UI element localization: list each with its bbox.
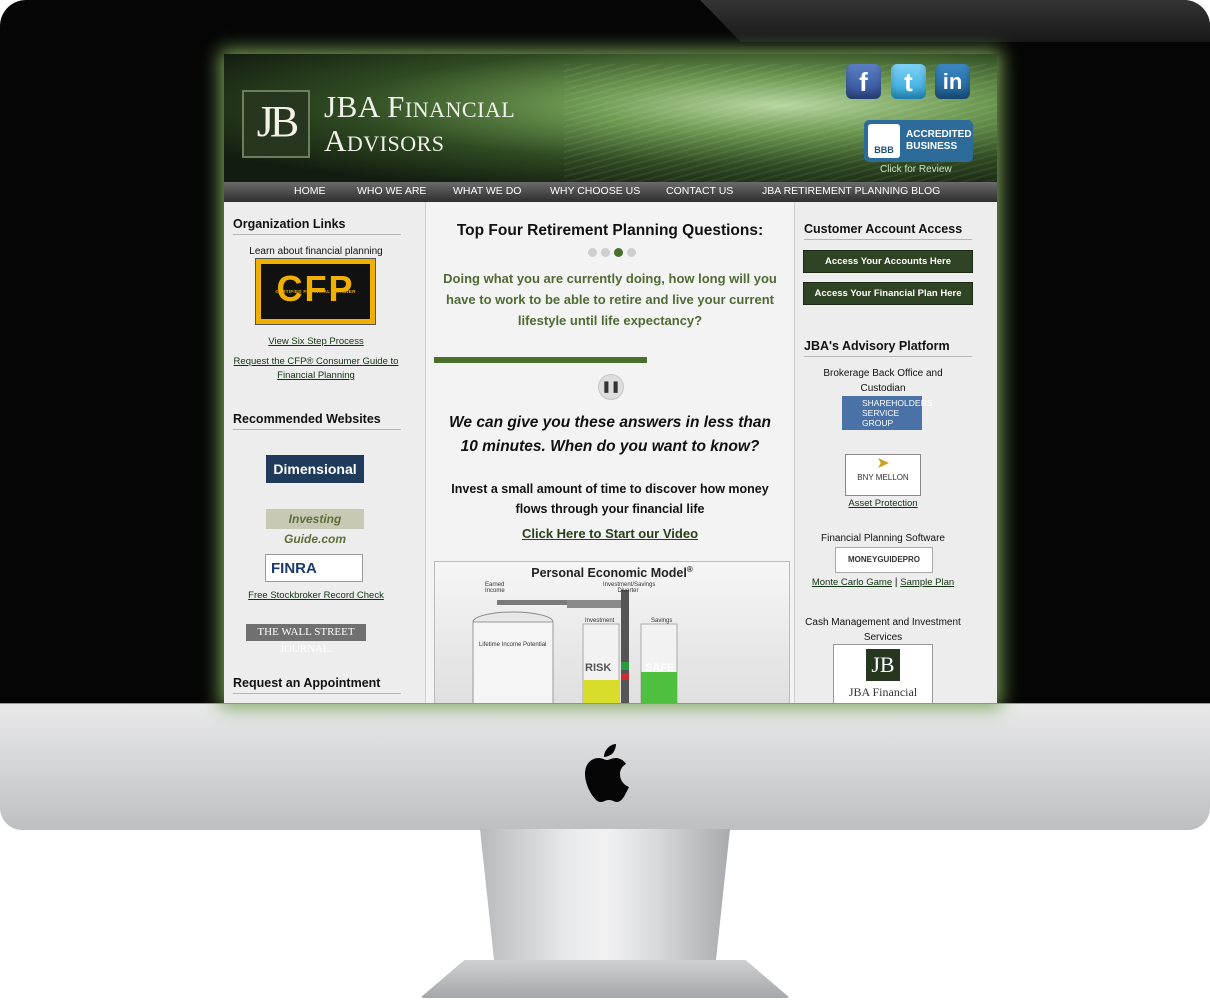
logo-line-2: Advisors: [324, 123, 445, 158]
pem-lifetime-income-label: Lifetime Income Potential: [479, 642, 547, 648]
finra-logo[interactable]: FINRA: [265, 554, 363, 582]
nav-why-choose-us[interactable]: WHY CHOOSE US: [550, 185, 640, 197]
slider-dot-3-active[interactable]: [614, 248, 623, 257]
website-screen: JB JBA Financial Advisors f t in BBB ACC…: [224, 54, 997, 703]
site-header: JB JBA Financial Advisors f t in BBB ACC…: [224, 54, 997, 182]
shareholders-service-group-logo[interactable]: SHAREHOLDERS SERVICE GROUP: [842, 396, 932, 430]
pem-safe-label: SAFE: [645, 662, 675, 674]
cfp-consumer-guide-link[interactable]: Request the CFP® Consumer Guide to Finan…: [233, 355, 399, 383]
bezel-gloss: [700, 0, 1210, 42]
pem-earned-income-label: Earned Income: [485, 582, 505, 594]
monte-carlo-game-link[interactable]: Monte Carlo Game: [812, 577, 892, 588]
pem-diverter-label: Investment/Savings Diverter: [603, 582, 656, 594]
nav-what-we-do[interactable]: WHAT WE DO: [453, 185, 521, 197]
site-logo-text[interactable]: JBA Financial Advisors: [324, 90, 515, 158]
left-sidebar: Organization Links Learn about financial…: [224, 202, 426, 703]
organization-links-title: Organization Links: [233, 217, 401, 235]
main-nav: HOME WHO WE ARE WHAT WE DO WHY CHOOSE US…: [224, 182, 997, 202]
jba-logo-mark[interactable]: JB: [242, 90, 310, 158]
bny-mellon-text: BNY MELLON: [857, 473, 909, 482]
right-sidebar: Customer Account Access Access Your Acco…: [794, 202, 997, 703]
nav-who-we-are[interactable]: WHO WE ARE: [357, 185, 426, 197]
cfp-logo[interactable]: CFP CERTIFIED FINANCIAL PLANNER: [255, 258, 376, 325]
bbb-review-link[interactable]: Click for Review: [880, 164, 952, 175]
investing-guide-logo[interactable]: Investing Guide.com: [266, 509, 364, 546]
bny-mellon-logo[interactable]: ➤ BNY MELLON: [845, 454, 921, 496]
bbb-seal-icon: BBB: [868, 124, 900, 158]
pem-savings-label: Savings: [651, 618, 673, 624]
retirement-question: Doing what you are currently doing, how …: [443, 271, 777, 328]
answers-tagline: We can give you these answers in less th…: [449, 414, 771, 455]
brokerage-custodian-text: Brokerage Back Office and Custodian: [823, 368, 943, 394]
financial-planning-software-text: Financial Planning Software: [821, 533, 945, 544]
customer-account-access-title: Customer Account Access: [804, 222, 972, 240]
request-appointment-title: Request an Appointment: [233, 676, 401, 694]
recommended-websites-title: Recommended Websites: [233, 412, 401, 430]
cash-management-text: Cash Management and Investment Services: [805, 617, 961, 643]
slider-dot-4[interactable]: [627, 248, 636, 257]
six-step-process-link[interactable]: View Six Step Process: [233, 336, 399, 347]
monitor-stand-foot: [420, 960, 790, 998]
pause-icon[interactable]: ❚❚: [598, 374, 624, 400]
slide-progress-bar: [434, 357, 647, 363]
advisory-platform-title: JBA's Advisory Platform: [804, 339, 972, 357]
asset-protection-link[interactable]: Asset Protection: [813, 498, 953, 509]
jba-small-logo-text: JBA Financial: [848, 685, 918, 699]
bbb-accredited-badge[interactable]: BBB ACCREDITED BUSINESS: [864, 120, 973, 162]
monitor-stand-neck: [480, 829, 730, 969]
pem-investment-label: Investment: [585, 618, 615, 624]
access-financial-plan-button[interactable]: Access Your Financial Plan Here: [803, 282, 973, 305]
access-accounts-button[interactable]: Access Your Accounts Here: [803, 250, 973, 273]
facebook-icon[interactable]: f: [846, 64, 881, 99]
nav-home[interactable]: HOME: [294, 185, 326, 197]
start-video-link[interactable]: Click Here to Start our Video: [426, 526, 794, 541]
linkedin-icon[interactable]: in: [935, 64, 970, 99]
main-content: Top Four Retirement Planning Questions: …: [426, 202, 794, 703]
jba-small-logo-mark: JB: [866, 649, 900, 681]
nav-blog[interactable]: JBA RETIREMENT PLANNING BLOG: [762, 185, 940, 197]
link-separator: |: [894, 577, 898, 588]
moneyguidepro-logo[interactable]: MONEYGUIDEPRO: [835, 547, 933, 573]
stockbroker-record-check-link[interactable]: Free Stockbroker Record Check: [233, 590, 399, 601]
dimensional-logo[interactable]: Dimensional: [266, 455, 364, 483]
twitter-icon[interactable]: t: [891, 64, 926, 99]
bbb-line-2: BUSINESS: [906, 141, 958, 152]
pem-risk-label: RISK: [585, 662, 612, 674]
questions-title: Top Four Retirement Planning Questions:: [456, 222, 764, 239]
software-links: Monte Carlo Game | Sample Plan: [805, 577, 961, 588]
slider-dot-1[interactable]: [588, 248, 597, 257]
sample-plan-link[interactable]: Sample Plan: [900, 577, 954, 588]
bbb-text: ACCREDITED BUSINESS: [906, 129, 972, 153]
personal-economic-model-image[interactable]: Personal Economic Model® Earned Income I…: [434, 561, 790, 703]
slider-dot-2[interactable]: [601, 248, 610, 257]
bbb-line-1: ACCREDITED: [906, 129, 972, 140]
apple-icon: [585, 744, 629, 802]
wsj-logo[interactable]: THE WALL STREET JOURNAL.: [246, 624, 366, 655]
invest-time-text: Invest a small amount of time to discove…: [451, 482, 769, 516]
cfp-logo-inner: CFP CERTIFIED FINANCIAL PLANNER: [261, 264, 370, 319]
cfp-logo-subtitle: CERTIFIED FINANCIAL PLANNER: [275, 289, 356, 294]
logo-line-1: JBA Financial: [324, 89, 516, 124]
bny-arrow-icon: ➤: [876, 455, 890, 472]
nav-contact-us[interactable]: CONTACT US: [666, 185, 733, 197]
jba-financial-logo-small[interactable]: JB JBA Financial: [833, 644, 933, 703]
learn-financial-planning-text: Learn about financial planning: [249, 246, 383, 257]
